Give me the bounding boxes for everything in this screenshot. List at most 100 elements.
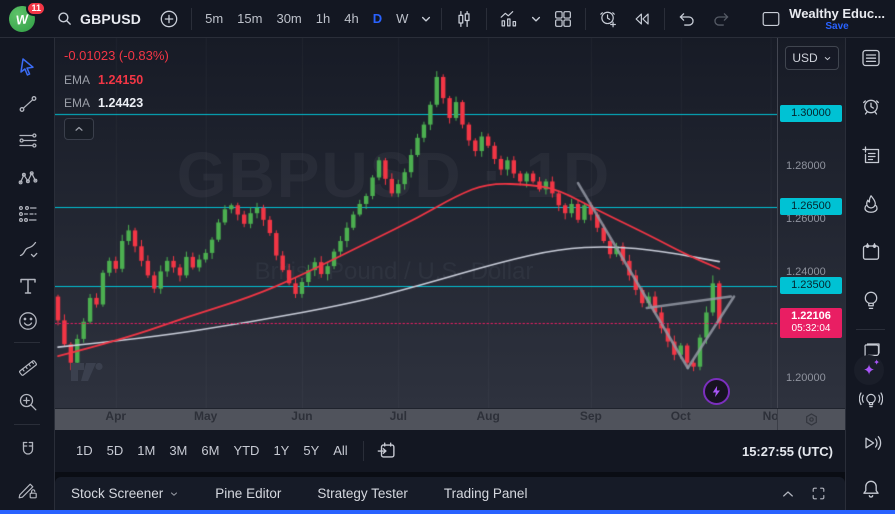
price-label-1.24000: 1.24000	[778, 266, 845, 278]
interval-w[interactable]: W	[389, 0, 415, 38]
last-price-label: 1.2210605:32:04	[780, 308, 842, 338]
axis-settings[interactable]	[777, 409, 845, 430]
gear-icon[interactable]	[803, 411, 820, 428]
symbol-name: GBPUSD	[80, 11, 141, 27]
ruler-tool-icon[interactable]	[14, 354, 42, 382]
trading-app: W 11 GBPUSD 5m15m30m1h4hDW Wealthy Educ.…	[0, 0, 895, 514]
layout-select-icon[interactable]	[755, 0, 787, 38]
level-price-label-1.26500: 1.26500	[780, 198, 842, 215]
time-axis[interactable]: AprMayJunJulAugSepOctNo	[55, 408, 845, 430]
interval-1h[interactable]: 1h	[309, 0, 337, 38]
interval-4h[interactable]: 4h	[337, 0, 365, 38]
lock-drawings-tool-icon[interactable]	[14, 476, 42, 504]
ema-fast-row[interactable]: EMA 1.24150	[64, 68, 169, 91]
range-3m[interactable]: 3M	[162, 438, 194, 464]
notifications-icon[interactable]	[859, 477, 883, 501]
toolbar-divider	[664, 8, 665, 30]
magnet-tool-icon[interactable]	[14, 436, 42, 464]
price-change: -0.01023 (-0.83%)	[64, 44, 169, 68]
fullscreen-icon[interactable]	[803, 479, 833, 509]
toolbar-divider	[191, 8, 192, 30]
redo-icon[interactable]	[705, 0, 737, 38]
footer-tab-stock-screener[interactable]: Stock Screener	[71, 486, 179, 501]
zoom-in-tool-icon[interactable]	[14, 388, 42, 416]
ideas-notes-icon[interactable]	[859, 144, 883, 168]
ai-assistant-sparkles-icon[interactable]: ✦✦	[854, 355, 884, 385]
range-1m[interactable]: 1M	[130, 438, 162, 464]
live-ideas-icon[interactable]	[859, 388, 883, 412]
chart-style-candles-icon[interactable]	[448, 0, 480, 38]
ema-fast-value: 1.24150	[98, 73, 143, 87]
xabcd-pattern-tool-icon[interactable]	[14, 164, 42, 192]
footer-tab-strategy-tester[interactable]: Strategy Tester	[317, 486, 408, 501]
range-5y[interactable]: 5Y	[296, 438, 326, 464]
emoji-tool-icon[interactable]	[14, 307, 42, 335]
footer-tab-trading-panel[interactable]: Trading Panel	[444, 486, 528, 501]
save-button[interactable]: Save	[825, 21, 848, 32]
forecast-tool-icon[interactable]	[14, 200, 42, 228]
range-buttons: 1D5D1M3M6MYTD1Y5YAll	[69, 438, 355, 464]
cursor-tool-icon[interactable]	[14, 53, 42, 81]
price-label-1.28000: 1.28000	[778, 160, 845, 172]
interval-5m[interactable]: 5m	[198, 0, 230, 38]
account-logo[interactable]: W 11	[8, 4, 42, 34]
range-ytd[interactable]: YTD	[226, 438, 266, 464]
symbol-search-button[interactable]: GBPUSD	[44, 0, 151, 38]
streams-icon[interactable]	[859, 431, 883, 455]
text-tool-tool-icon[interactable]	[14, 272, 42, 300]
time-axis-labels: AprMayJunJulAugSepOctNo	[55, 409, 777, 430]
month-label-no: No	[763, 409, 777, 430]
bar-replay-icon[interactable]	[626, 0, 658, 38]
trend-line-tool-icon[interactable]	[14, 90, 42, 118]
range-1d[interactable]: 1D	[69, 438, 100, 464]
month-label-sep: Sep	[580, 409, 602, 430]
brush-tool-icon[interactable]	[14, 236, 42, 264]
level-price-label-1.23500: 1.23500	[780, 277, 842, 294]
toolbar-divider	[363, 441, 364, 461]
undo-icon[interactable]	[671, 0, 703, 38]
month-label-may: May	[194, 409, 217, 430]
ema-slow-label: EMA	[64, 96, 90, 110]
ema-slow-row[interactable]: EMA 1.24423	[64, 91, 169, 114]
range-all[interactable]: All	[326, 438, 354, 464]
last-price-value: 1.22106	[780, 310, 842, 323]
watchlist-icon[interactable]	[859, 46, 883, 70]
footer-tab-pine-editor[interactable]: Pine Editor	[215, 486, 281, 501]
clock-utc[interactable]: 15:27:55 (UTC)	[742, 444, 835, 459]
interval-15m[interactable]: 15m	[230, 0, 269, 38]
panel-collapse-chevron-up-icon[interactable]	[773, 479, 803, 509]
month-label-jun: Jun	[291, 409, 312, 430]
price-label-1.20000: 1.20000	[778, 372, 845, 384]
search-icon	[54, 0, 74, 38]
horizontal-lines-tool-icon[interactable]	[14, 127, 42, 155]
month-label-aug: Aug	[476, 409, 499, 430]
range-5d[interactable]: 5D	[100, 438, 131, 464]
create-alert-icon[interactable]	[592, 0, 624, 38]
layout-name-save[interactable]: Wealthy Educ... Save	[789, 6, 887, 32]
range-6m[interactable]: 6M	[194, 438, 226, 464]
legend-collapse-button[interactable]	[64, 118, 94, 140]
currency-selector[interactable]: USD	[785, 46, 839, 70]
interval-switcher: 5m15m30m1h4hDW	[198, 0, 415, 38]
footer-bar: Stock Screener Pine Editor Strategy Tester…	[55, 477, 845, 510]
notification-count-badge: 11	[26, 1, 46, 16]
indicators-icon[interactable]	[493, 0, 525, 38]
indicators-chevron-down-icon[interactable]	[527, 0, 545, 38]
bolt-widget-badge[interactable]	[703, 378, 730, 405]
go-to-date-icon[interactable]	[372, 438, 402, 464]
hotlists-icon[interactable]	[859, 192, 883, 216]
month-label-apr: Apr	[105, 409, 126, 430]
price-axis[interactable]: USD 1.280001.260001.240001.200001.300001…	[777, 38, 845, 408]
interval-30m[interactable]: 30m	[269, 0, 308, 38]
chart-pane[interactable]: GBPUSD · 1D British Pound / U.S. Dollar …	[55, 38, 777, 408]
interval-chevron-down-icon[interactable]	[417, 0, 435, 38]
alerts-icon[interactable]	[859, 95, 883, 119]
calendar-icon[interactable]	[859, 240, 883, 264]
chevron-down-icon	[169, 489, 179, 499]
grid-layout-icon[interactable]	[547, 0, 579, 38]
footer-tab-label: Strategy Tester	[317, 486, 408, 501]
ideas-icon[interactable]	[859, 288, 883, 312]
interval-d[interactable]: D	[366, 0, 389, 38]
range-1y[interactable]: 1Y	[266, 438, 296, 464]
compare-add-symbol-icon[interactable]	[153, 0, 185, 38]
